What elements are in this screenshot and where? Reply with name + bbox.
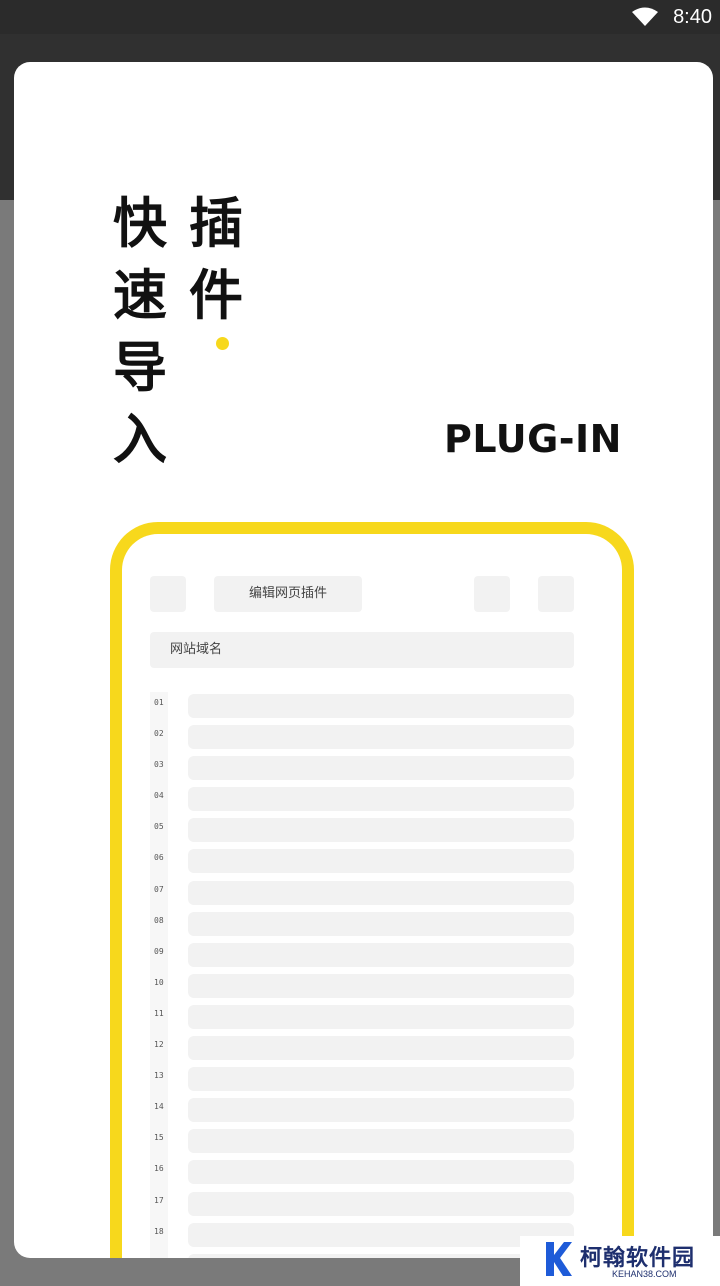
- title-quick-import: 快 速 导 入: [110, 188, 170, 476]
- line-number: 14: [154, 1102, 164, 1112]
- code-line-placeholder: [188, 911, 574, 936]
- line-number: 13: [154, 1071, 164, 1081]
- code-line-row: 12: [150, 1034, 580, 1065]
- line-number: 02: [154, 729, 164, 739]
- phone-mockup: 编辑网页插件 网站域名 01 02 03 04 05 06 07 08 09 10 11 12 13 14…: [110, 522, 634, 1258]
- mock-tab-edit-plugin: 编辑网页插件: [214, 576, 362, 612]
- mock-action-button: [538, 576, 574, 612]
- code-line-row: 16: [150, 1158, 580, 1189]
- line-number: 07: [154, 884, 164, 894]
- line-number: 16: [154, 1164, 164, 1174]
- title-plugin: 插 件: [186, 188, 246, 332]
- line-number: 09: [154, 946, 164, 956]
- mock-domain-field: 网站域名: [150, 632, 574, 668]
- title-char: 件: [189, 264, 243, 327]
- line-number: 15: [154, 1133, 164, 1143]
- code-line-row: 05: [150, 816, 580, 847]
- code-line-row: 04: [150, 785, 580, 816]
- code-line-placeholder: [188, 1129, 574, 1154]
- code-line-row: 19: [150, 1252, 580, 1258]
- line-number: 12: [154, 1040, 164, 1050]
- line-number: 01: [154, 698, 164, 707]
- code-line-row: 10: [150, 972, 580, 1003]
- code-line-placeholder: [188, 1160, 574, 1185]
- code-line-placeholder: [188, 942, 574, 967]
- line-number: 18: [154, 1226, 164, 1236]
- code-line-placeholder: [188, 973, 574, 998]
- code-line-placeholder: [188, 1191, 574, 1216]
- code-line-row: 08: [150, 910, 580, 941]
- mock-action-button: [474, 576, 510, 612]
- code-line-placeholder: [188, 1222, 574, 1247]
- code-line-row: 01: [150, 692, 580, 723]
- title-char: 速: [113, 264, 167, 327]
- status-time: 8:40: [673, 6, 712, 28]
- code-line-placeholder: [188, 787, 574, 812]
- code-line-row: 18: [150, 1221, 580, 1252]
- accent-dot: [216, 337, 229, 350]
- line-number: 03: [154, 760, 164, 770]
- code-line-row: 15: [150, 1127, 580, 1158]
- title-char: 入: [113, 408, 167, 471]
- code-line-placeholder: [188, 880, 574, 905]
- line-number: 10: [154, 977, 164, 987]
- code-line-row: 03: [150, 754, 580, 785]
- watermark-url: KEHAN38.COM: [612, 1269, 677, 1279]
- code-line-placeholder: [188, 818, 574, 843]
- line-number: 17: [154, 1195, 164, 1205]
- code-line-placeholder: [188, 849, 574, 874]
- code-line-placeholder: [188, 1253, 574, 1258]
- code-line-row: 09: [150, 941, 580, 972]
- code-line-placeholder: [188, 725, 574, 750]
- plugin-subtitle: PLUG-IN: [444, 417, 622, 461]
- watermark-name: 柯翰软件园: [580, 1246, 696, 1271]
- code-line-row: 14: [150, 1096, 580, 1127]
- code-line-placeholder: [188, 1036, 574, 1061]
- code-line-row: 17: [150, 1190, 580, 1221]
- line-number: 04: [154, 791, 164, 801]
- title-char: 快: [113, 192, 167, 255]
- wifi-icon: [632, 7, 658, 26]
- code-line-placeholder: [188, 1067, 574, 1092]
- code-line-row: 11: [150, 1003, 580, 1034]
- line-number: 08: [154, 915, 164, 925]
- line-number: 05: [154, 822, 164, 832]
- line-number: 11: [154, 1008, 164, 1018]
- code-line-placeholder: [188, 1098, 574, 1123]
- watermark: 柯翰软件园 KEHAN38.COM: [520, 1236, 720, 1286]
- code-line-row: 13: [150, 1065, 580, 1096]
- title-char: 导: [113, 336, 167, 399]
- code-line-row: 07: [150, 879, 580, 910]
- code-line-placeholder: [188, 756, 574, 781]
- k-logo-icon: [546, 1242, 572, 1276]
- onboarding-card: 快 速 导 入 插 件 PLUG-IN 编辑网页插件 网站域名 01 02 03 04…: [14, 62, 713, 1258]
- code-line-row: 06: [150, 847, 580, 878]
- line-number: 06: [154, 853, 164, 863]
- code-line-row: 02: [150, 723, 580, 754]
- title-char: 插: [189, 192, 243, 255]
- status-bar: 8:40: [0, 0, 720, 34]
- mock-code-lines: 01 02 03 04 05 06 07 08 09 10 11 12 13 14 15 16 17 18 19: [150, 692, 580, 1258]
- mock-back-button: [150, 576, 186, 612]
- code-line-placeholder: [188, 1004, 574, 1029]
- code-line-placeholder: [188, 694, 574, 718]
